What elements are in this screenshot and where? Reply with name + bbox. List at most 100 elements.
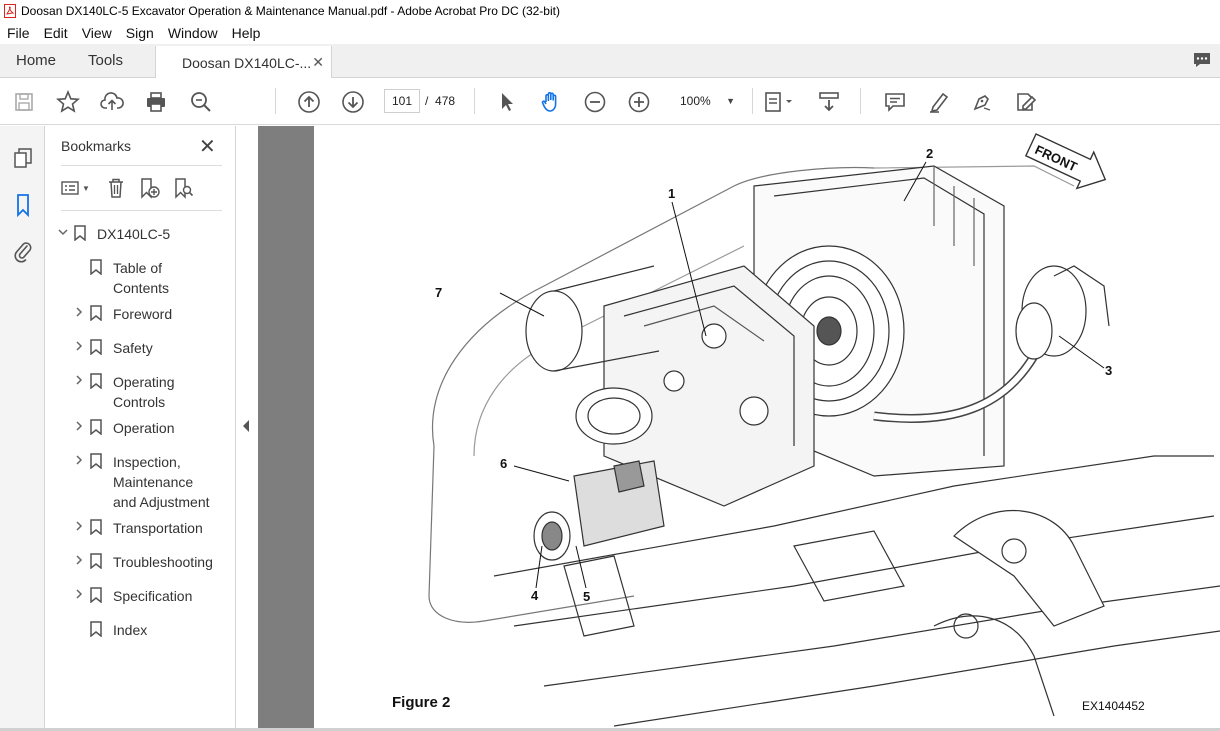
- comment-icon[interactable]: [1192, 51, 1212, 69]
- menu-window[interactable]: Window: [161, 25, 225, 41]
- bookmark-label: Inspection, Maintenance and Adjustment: [113, 452, 210, 512]
- bookmark-item[interactable]: Foreword: [73, 304, 172, 324]
- chevron-right-icon[interactable]: [73, 452, 89, 469]
- chevron-down-icon: ▼: [82, 183, 90, 193]
- comment-tool-icon[interactable]: [883, 90, 907, 114]
- page-number-input[interactable]: 101: [384, 89, 420, 113]
- sign-pen-icon[interactable]: [970, 90, 994, 114]
- navigation-rail: [0, 126, 45, 731]
- bookmark-label: Table of Contents: [113, 258, 169, 298]
- menu-view[interactable]: View: [75, 25, 119, 41]
- bookmark-icon: [90, 453, 102, 469]
- chevron-right-icon[interactable]: [73, 552, 89, 569]
- page-fit-icon[interactable]: [762, 90, 796, 114]
- print-icon[interactable]: [144, 90, 168, 114]
- tab-home[interactable]: Home: [16, 52, 56, 69]
- bookmark-label: Troubleshooting: [113, 552, 213, 572]
- toolbar-divider: [275, 88, 276, 114]
- bookmark-label-line: Troubleshooting: [113, 554, 213, 570]
- toolbar-divider: [752, 88, 753, 114]
- menu-sign[interactable]: Sign: [119, 25, 161, 41]
- star-icon[interactable]: [56, 90, 80, 114]
- hand-tool-icon[interactable]: [539, 90, 563, 114]
- callout-4: 4: [531, 588, 539, 603]
- bookmark-icon: [90, 305, 102, 321]
- menu-bar: File Edit View Sign Window Help: [0, 22, 1220, 44]
- bookmark-label-line: Specification: [113, 588, 193, 604]
- save-icon[interactable]: [12, 90, 36, 114]
- page-thumbnails-icon[interactable]: [11, 146, 35, 170]
- callout-5: 5: [583, 589, 591, 604]
- panel-divider: [61, 165, 222, 166]
- bookmark-search-icon[interactable]: [172, 177, 194, 199]
- bookmark-item[interactable]: Troubleshooting: [73, 552, 213, 572]
- bookmark-icon: [90, 553, 102, 569]
- chevron-right-icon[interactable]: [73, 586, 89, 603]
- chevron-down-icon: ▼: [726, 96, 735, 106]
- next-page-icon[interactable]: [341, 90, 365, 114]
- zoom-value: 100%: [680, 94, 711, 108]
- bookmark-item[interactable]: Transportation: [73, 518, 203, 538]
- menu-edit[interactable]: Edit: [37, 25, 75, 41]
- collapse-panel-arrow-icon[interactable]: [243, 420, 249, 432]
- bookmark-item[interactable]: Index: [73, 620, 147, 640]
- bookmark-label-line: Table of: [113, 260, 163, 276]
- bookmark-icon: [90, 339, 102, 355]
- bookmark-label-line: and Adjustment: [113, 494, 210, 510]
- callout-2: 2: [926, 146, 934, 161]
- chevron-right-icon[interactable]: [73, 304, 89, 321]
- page-count-label: / 478: [425, 94, 456, 108]
- bookmark-label: Operation: [113, 418, 174, 438]
- bookmark-indent: [73, 258, 89, 260]
- new-bookmark-icon[interactable]: [138, 177, 160, 199]
- tab-document[interactable]: Doosan DX140LC-... ✕: [155, 46, 332, 79]
- bookmark-item[interactable]: Safety: [73, 338, 153, 358]
- highlight-pen-icon[interactable]: [927, 90, 951, 114]
- menu-file[interactable]: File: [0, 25, 37, 41]
- close-icon[interactable]: ✕: [199, 134, 216, 159]
- scroll-mode-icon[interactable]: [817, 90, 841, 114]
- chevron-right-icon[interactable]: [73, 372, 89, 389]
- bookmark-icon: [90, 519, 102, 535]
- bookmark-label-line: Inspection,: [113, 454, 181, 470]
- tab-document-label: Doosan DX140LC-...: [182, 54, 312, 71]
- bookmark-options-icon[interactable]: ▼: [61, 180, 90, 196]
- zoom-out-icon[interactable]: [583, 90, 607, 114]
- bookmark-item[interactable]: Inspection, Maintenance and Adjustment: [73, 452, 210, 512]
- main-toolbar: [0, 78, 1220, 125]
- bookmark-item[interactable]: Operating Controls: [73, 372, 174, 412]
- close-tab-icon[interactable]: ✕: [312, 54, 324, 71]
- chevron-right-icon[interactable]: [73, 338, 89, 355]
- bookmark-item[interactable]: Table of Contents: [73, 258, 169, 298]
- figure-caption: Figure 2: [392, 694, 451, 711]
- trash-icon[interactable]: [106, 177, 126, 199]
- upload-cloud-icon[interactable]: [100, 90, 124, 114]
- fill-sign-icon[interactable]: [1014, 90, 1038, 114]
- chevron-down-icon[interactable]: [57, 224, 73, 241]
- bookmark-label: Transportation: [113, 518, 203, 538]
- tab-bar: Home Tools Doosan DX140LC-... ✕: [0, 44, 1220, 79]
- chevron-right-icon[interactable]: [73, 518, 89, 535]
- tab-tools[interactable]: Tools: [88, 52, 123, 69]
- bookmark-root[interactable]: DX140LC-5: [57, 224, 170, 244]
- total-pages: 478: [435, 94, 456, 108]
- bookmark-item[interactable]: Operation: [73, 418, 174, 438]
- select-cursor-icon[interactable]: [495, 90, 519, 114]
- bookmark-item[interactable]: Specification: [73, 586, 192, 606]
- menu-help[interactable]: Help: [225, 25, 268, 41]
- pdf-page: FRONT 1 2 3 4 5 6 7 Figure 2 EX1404452: [314, 126, 1220, 731]
- document-viewer[interactable]: FRONT 1 2 3 4 5 6 7 Figure 2 EX1404452: [258, 126, 1220, 731]
- toolbar-divider: [474, 88, 475, 114]
- chevron-right-icon[interactable]: [73, 418, 89, 435]
- attachments-paperclip-icon[interactable]: [11, 239, 35, 263]
- toolbar-divider: [860, 88, 861, 114]
- bookmark-label-line: Transportation: [113, 520, 203, 536]
- previous-page-icon[interactable]: [297, 90, 321, 114]
- zoom-in-icon[interactable]: [627, 90, 651, 114]
- bookmark-label-line: Maintenance: [113, 474, 194, 490]
- bookmark-label: Specification: [113, 586, 192, 606]
- zoom-search-icon[interactable]: [189, 90, 213, 114]
- bookmarks-panel-icon[interactable]: [11, 193, 35, 217]
- bookmark-icon: [90, 587, 102, 603]
- zoom-level-select[interactable]: 100% ▼: [672, 89, 742, 113]
